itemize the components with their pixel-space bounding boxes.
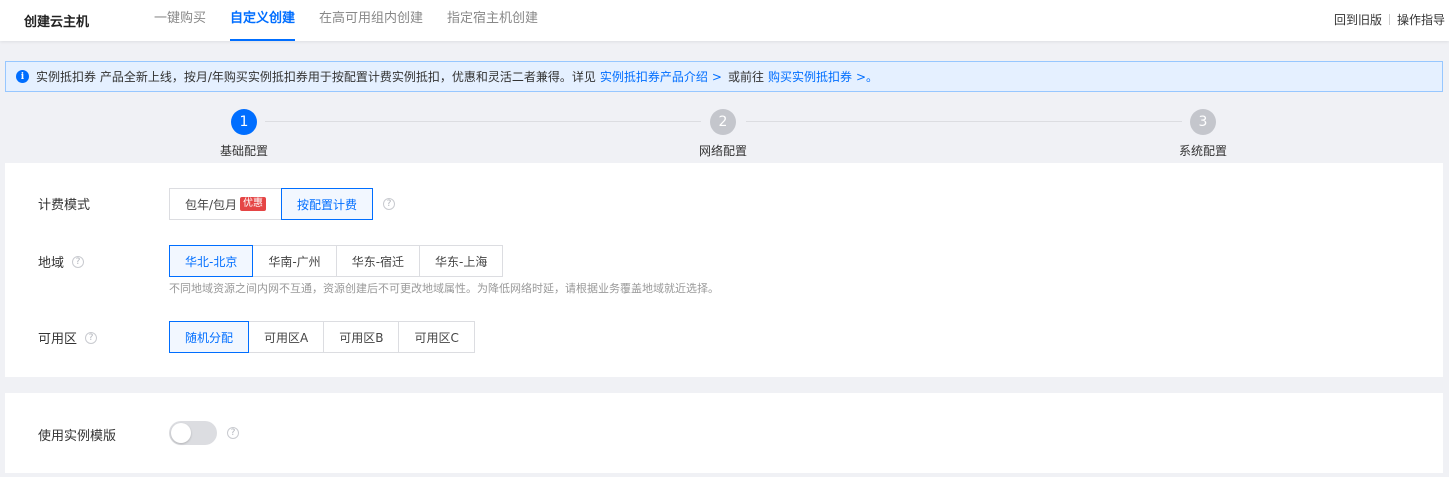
template-text: 使用实例模版 (38, 429, 117, 444)
zone-option-a[interactable]: 可用区A (248, 321, 325, 353)
chevron-right-icon: > (711, 69, 722, 84)
billing-option-label: 包年/包月 (185, 197, 238, 212)
zone-label: 可用区 ? (38, 328, 98, 347)
toggle-knob (171, 423, 191, 443)
step-number: 3 (1190, 109, 1216, 135)
zone-text: 可用区 (38, 332, 78, 347)
region-label: 地域 ? (38, 252, 85, 271)
billing-option-postpaid[interactable]: 按配置计费 (281, 188, 374, 220)
billing-mode-selector: 包年/包月 优惠 按配置计费 ? (169, 188, 396, 220)
template-card: 使用实例模版 ? (5, 393, 1443, 473)
zone-selector: 随机分配 可用区A 可用区B 可用区C (169, 321, 475, 353)
tab-ha-group-create[interactable]: 在高可用组内创建 (319, 0, 423, 41)
step-label: 系统配置 (1179, 144, 1228, 158)
step-connector (746, 121, 1182, 122)
zone-option-random[interactable]: 随机分配 (169, 321, 250, 353)
billing-option-label: 按配置计费 (297, 197, 358, 212)
notice-banner: i 实例抵扣券 产品全新上线，按月/年购买实例抵扣券用于按配置计费实例抵扣，优惠… (5, 61, 1443, 92)
notice-text-2: 或前往 (727, 70, 764, 84)
discount-badge: 优惠 (240, 197, 267, 211)
info-icon: i (16, 70, 29, 83)
back-to-old-version-link[interactable]: 回到旧版 (1334, 11, 1382, 28)
step-number: 2 (710, 109, 736, 135)
basic-config-card: 计费模式 包年/包月 优惠 按配置计费 ? 地域 ? 华北-北京 华南-广州 华… (5, 163, 1443, 377)
step-number: 1 (231, 109, 257, 135)
chevron-right-icon: >。 (855, 70, 879, 84)
question-mark-icon[interactable]: ? (85, 331, 98, 344)
billing-option-prepaid[interactable]: 包年/包月 优惠 (169, 188, 283, 220)
question-mark-icon[interactable]: ? (383, 198, 396, 210)
top-links: 回到旧版 操作指导 (1334, 11, 1445, 28)
tab-quick-buy[interactable]: 一键购买 (154, 0, 206, 41)
tab-host-create[interactable]: 指定宿主机创建 (447, 0, 538, 41)
zone-option-c[interactable]: 可用区C (398, 321, 475, 353)
creation-mode-tabs: 一键购买 自定义创建 在高可用组内创建 指定宿主机创建 (154, 0, 562, 41)
guide-link[interactable]: 操作指导 (1397, 11, 1445, 28)
question-mark-icon[interactable]: ? (72, 255, 85, 268)
region-option-suqian[interactable]: 华东-宿迁 (335, 245, 421, 277)
buy-voucher-link[interactable]: 购买实例抵扣券 (768, 68, 852, 85)
tab-custom-create[interactable]: 自定义创建 (230, 0, 296, 41)
question-mark-icon[interactable]: ? (227, 427, 239, 439)
region-option-beijing[interactable]: 华北-北京 (169, 245, 254, 277)
step-3: 3 (1190, 109, 1216, 135)
region-selector: 华北-北京 华南-广州 华东-宿迁 华东-上海 (169, 245, 504, 277)
step-label: 网络配置 (699, 144, 748, 158)
billing-mode-label: 计费模式 (38, 194, 90, 213)
top-bar: 创建云主机 一键购买 自定义创建 在高可用组内创建 指定宿主机创建 回到旧版 操… (0, 0, 1449, 41)
step-1: 1 (231, 109, 257, 135)
step-connector (265, 121, 701, 122)
template-toggle[interactable] (169, 421, 217, 445)
template-label: 使用实例模版 (38, 425, 116, 444)
step-label: 基础配置 (220, 144, 269, 158)
region-option-shanghai[interactable]: 华东-上海 (419, 245, 504, 277)
step-2: 2 (710, 109, 736, 135)
region-option-guangzhou[interactable]: 华南-广州 (252, 245, 337, 277)
voucher-intro-link[interactable]: 实例抵扣券产品介绍 (600, 68, 708, 85)
region-text: 地域 (38, 256, 65, 271)
zone-option-b[interactable]: 可用区B (323, 321, 400, 353)
divider (1388, 14, 1390, 25)
page-title: 创建云主机 (24, 15, 90, 30)
region-hint: 不同地域资源之间内网不互通，资源创建后不可更改地域属性。为降低网络时延，请根据业… (169, 282, 719, 295)
notice-text: 实例抵扣券 产品全新上线，按月/年购买实例抵扣券用于按配置计费实例抵扣，优惠和灵… (36, 70, 596, 84)
billing-mode-text: 计费模式 (38, 198, 91, 213)
